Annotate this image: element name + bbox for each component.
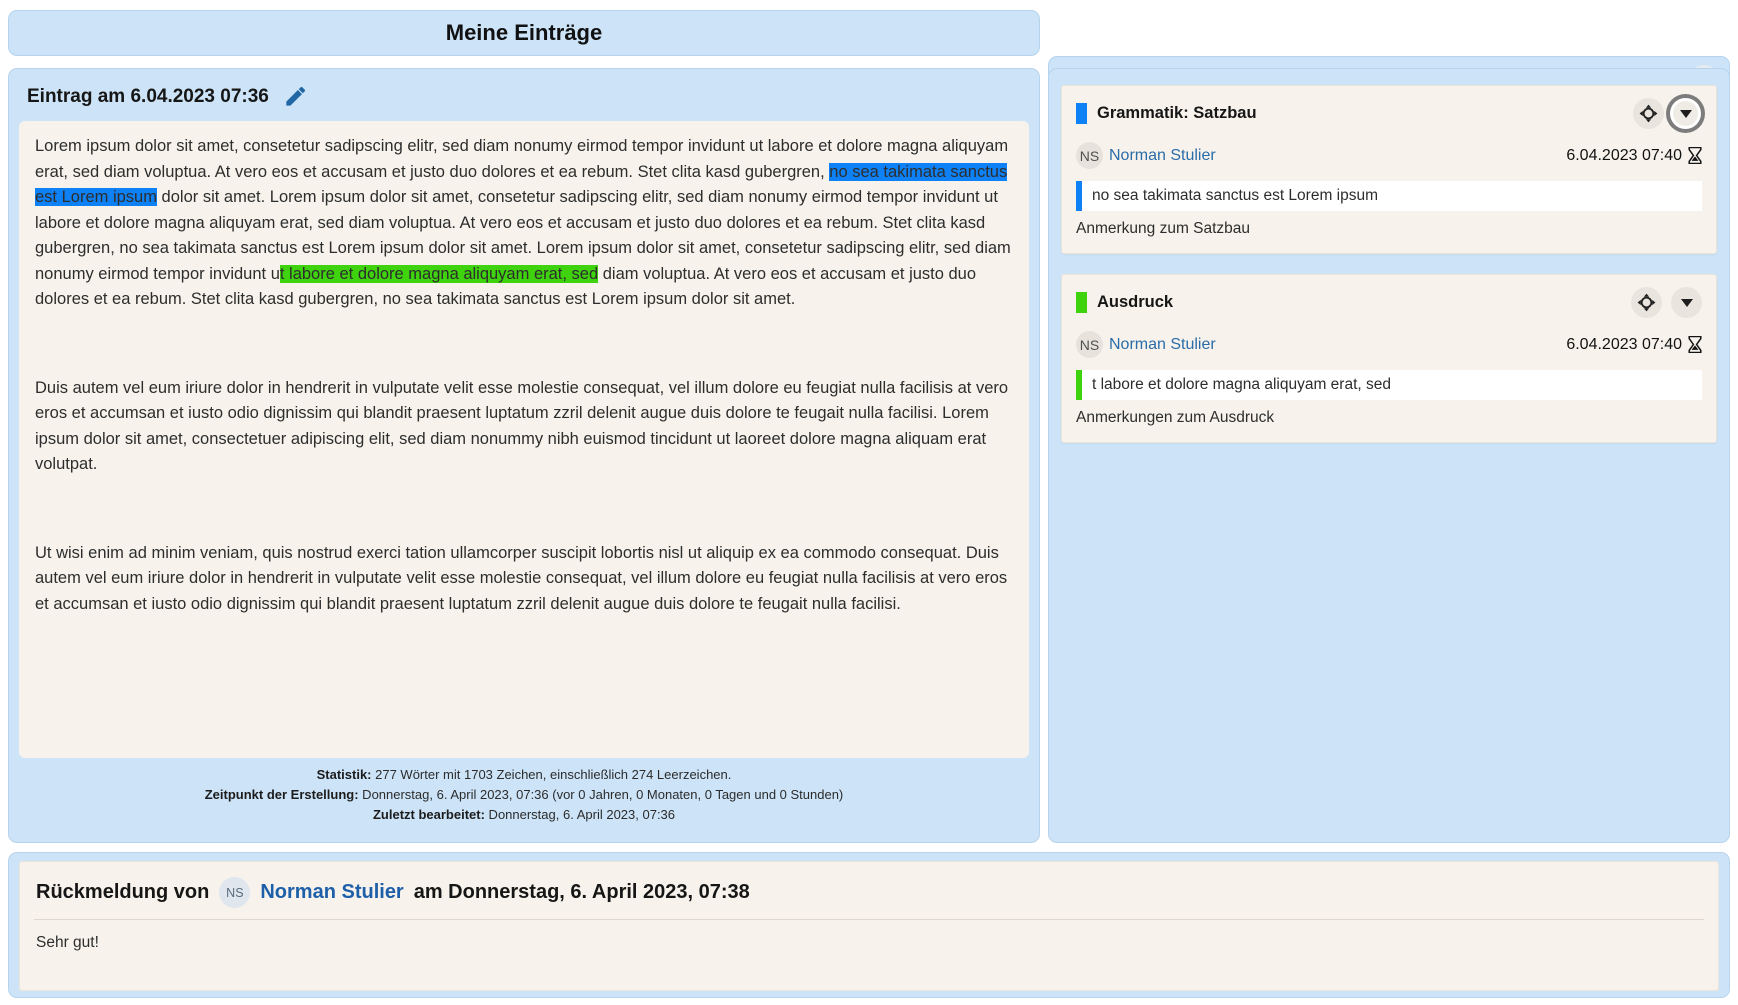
entry-title: Eintrag am 6.04.2023 07:36 [27,86,269,108]
hourglass-icon [1688,336,1702,353]
highlight-green[interactable]: t labore et dolore magna aliquyam erat, … [280,265,598,283]
stats-label: Zeitpunkt der Erstellung: [205,787,359,802]
entries-panel-title: Meine Einträge [446,20,602,46]
annotation-menu-button[interactable] [1673,101,1698,126]
annotation-actions [1631,287,1702,318]
caret-down-icon [1681,299,1693,307]
annotation-header: Grammatik: Satzbau [1076,98,1702,129]
feedback-message: Sehr gut! [20,920,1718,966]
annotation-quote: no sea takimata sanctus est Lorem ipsum [1076,181,1702,211]
annotation-menu-button[interactable] [1671,287,1702,318]
annotation-title: Ausdruck [1097,293,1173,312]
entry-card: Eintrag am 6.04.2023 07:36 Lorem ipsum d… [8,68,1040,843]
avatar: NS [1076,142,1103,169]
avatar: NS [1076,331,1103,358]
stats-value: Donnerstag, 6. April 2023, 07:36 (vor 0 … [359,787,844,802]
annotation-timestamp: 6.04.2023 07:40 [1566,336,1682,354]
stats-value: 277 Wörter mit 1703 Zeichen, einschließl… [372,767,732,782]
feedback-suffix: am Donnerstag, 6. April 2023, 07:38 [414,881,750,904]
hourglass-icon [1688,147,1702,164]
annotation-header: Ausdruck [1076,287,1702,318]
annotation-actions [1633,98,1702,129]
stats-line: Zuletzt bearbeitet: Donnerstag, 6. April… [9,805,1039,825]
stats-label: Statistik: [317,767,372,782]
entries-panel-header: Meine Einträge [8,10,1040,56]
annotation-note: Anmerkung zum Satzbau [1076,220,1702,238]
caret-down-icon [1680,110,1692,118]
annotation-byline: NS Norman Stulier 6.04.2023 07:40 [1076,331,1702,358]
annotation-note: Anmerkungen zum Ausdruck [1076,409,1702,427]
annotation-quote: t labore et dolore magna aliquyam erat, … [1076,370,1702,400]
entry-paragraph: Lorem ipsum dolor sit amet, consetetur s… [35,134,1013,313]
annotation-card-ausdruck: Ausdruck [1061,274,1717,443]
entry-title-row: Eintrag am 6.04.2023 07:36 [9,69,1039,121]
feedback-card: Rückmeldung von NS Norman Stulier am Don… [19,861,1719,991]
annotation-title: Grammatik: Satzbau [1097,104,1257,123]
stats-label: Zuletzt bearbeitet: [373,807,485,822]
annotation-timestamp: 6.04.2023 07:40 [1566,147,1682,165]
feedback-section: Rückmeldung von NS Norman Stulier am Don… [8,852,1730,998]
edit-entry-button[interactable] [283,84,308,109]
entry-paragraph: Duis autem vel eum iriure dolor in hendr… [35,376,1013,478]
author-link[interactable]: Norman Stulier [1109,147,1216,165]
move-target-icon [1639,104,1658,123]
move-target-icon [1637,293,1656,312]
annotation-byline: NS Norman Stulier 6.04.2023 07:40 [1076,142,1702,169]
category-color-bar [1076,103,1087,124]
stats-value: Donnerstag, 6. April 2023, 07:36 [485,807,675,822]
author-link[interactable]: Norman Stulier [1109,336,1216,354]
annotation-time-wrap: 6.04.2023 07:40 [1566,147,1702,165]
avatar: NS [219,877,250,908]
scroll-to-highlight-button[interactable] [1631,287,1662,318]
stats-line: Statistik: 277 Wörter mit 1703 Zeichen, … [9,765,1039,785]
pencil-icon [283,84,308,109]
category-color-bar [1076,292,1087,313]
stats-line: Zeitpunkt der Erstellung: Donnerstag, 6.… [9,785,1039,805]
entry-text: Lorem ipsum dolor sit amet, consetetur s… [19,121,1029,758]
annotations-panel: Grammatik: Satzbau [1048,68,1730,843]
entry-statistics: Statistik: 277 Wörter mit 1703 Zeichen, … [9,765,1039,825]
entry-paragraph: Ut wisi enim ad minim veniam, quis nostr… [35,541,1013,618]
annotation-card-grammatik: Grammatik: Satzbau [1061,85,1717,254]
annotation-time-wrap: 6.04.2023 07:40 [1566,336,1702,354]
author-link[interactable]: Norman Stulier [260,881,403,904]
scroll-to-highlight-button[interactable] [1633,98,1664,129]
feedback-prefix: Rückmeldung von [36,881,209,904]
feedback-heading: Rückmeldung von NS Norman Stulier am Don… [20,862,1718,919]
page: Meine Einträge Annotationen Eintrag am 6… [0,0,1738,1005]
